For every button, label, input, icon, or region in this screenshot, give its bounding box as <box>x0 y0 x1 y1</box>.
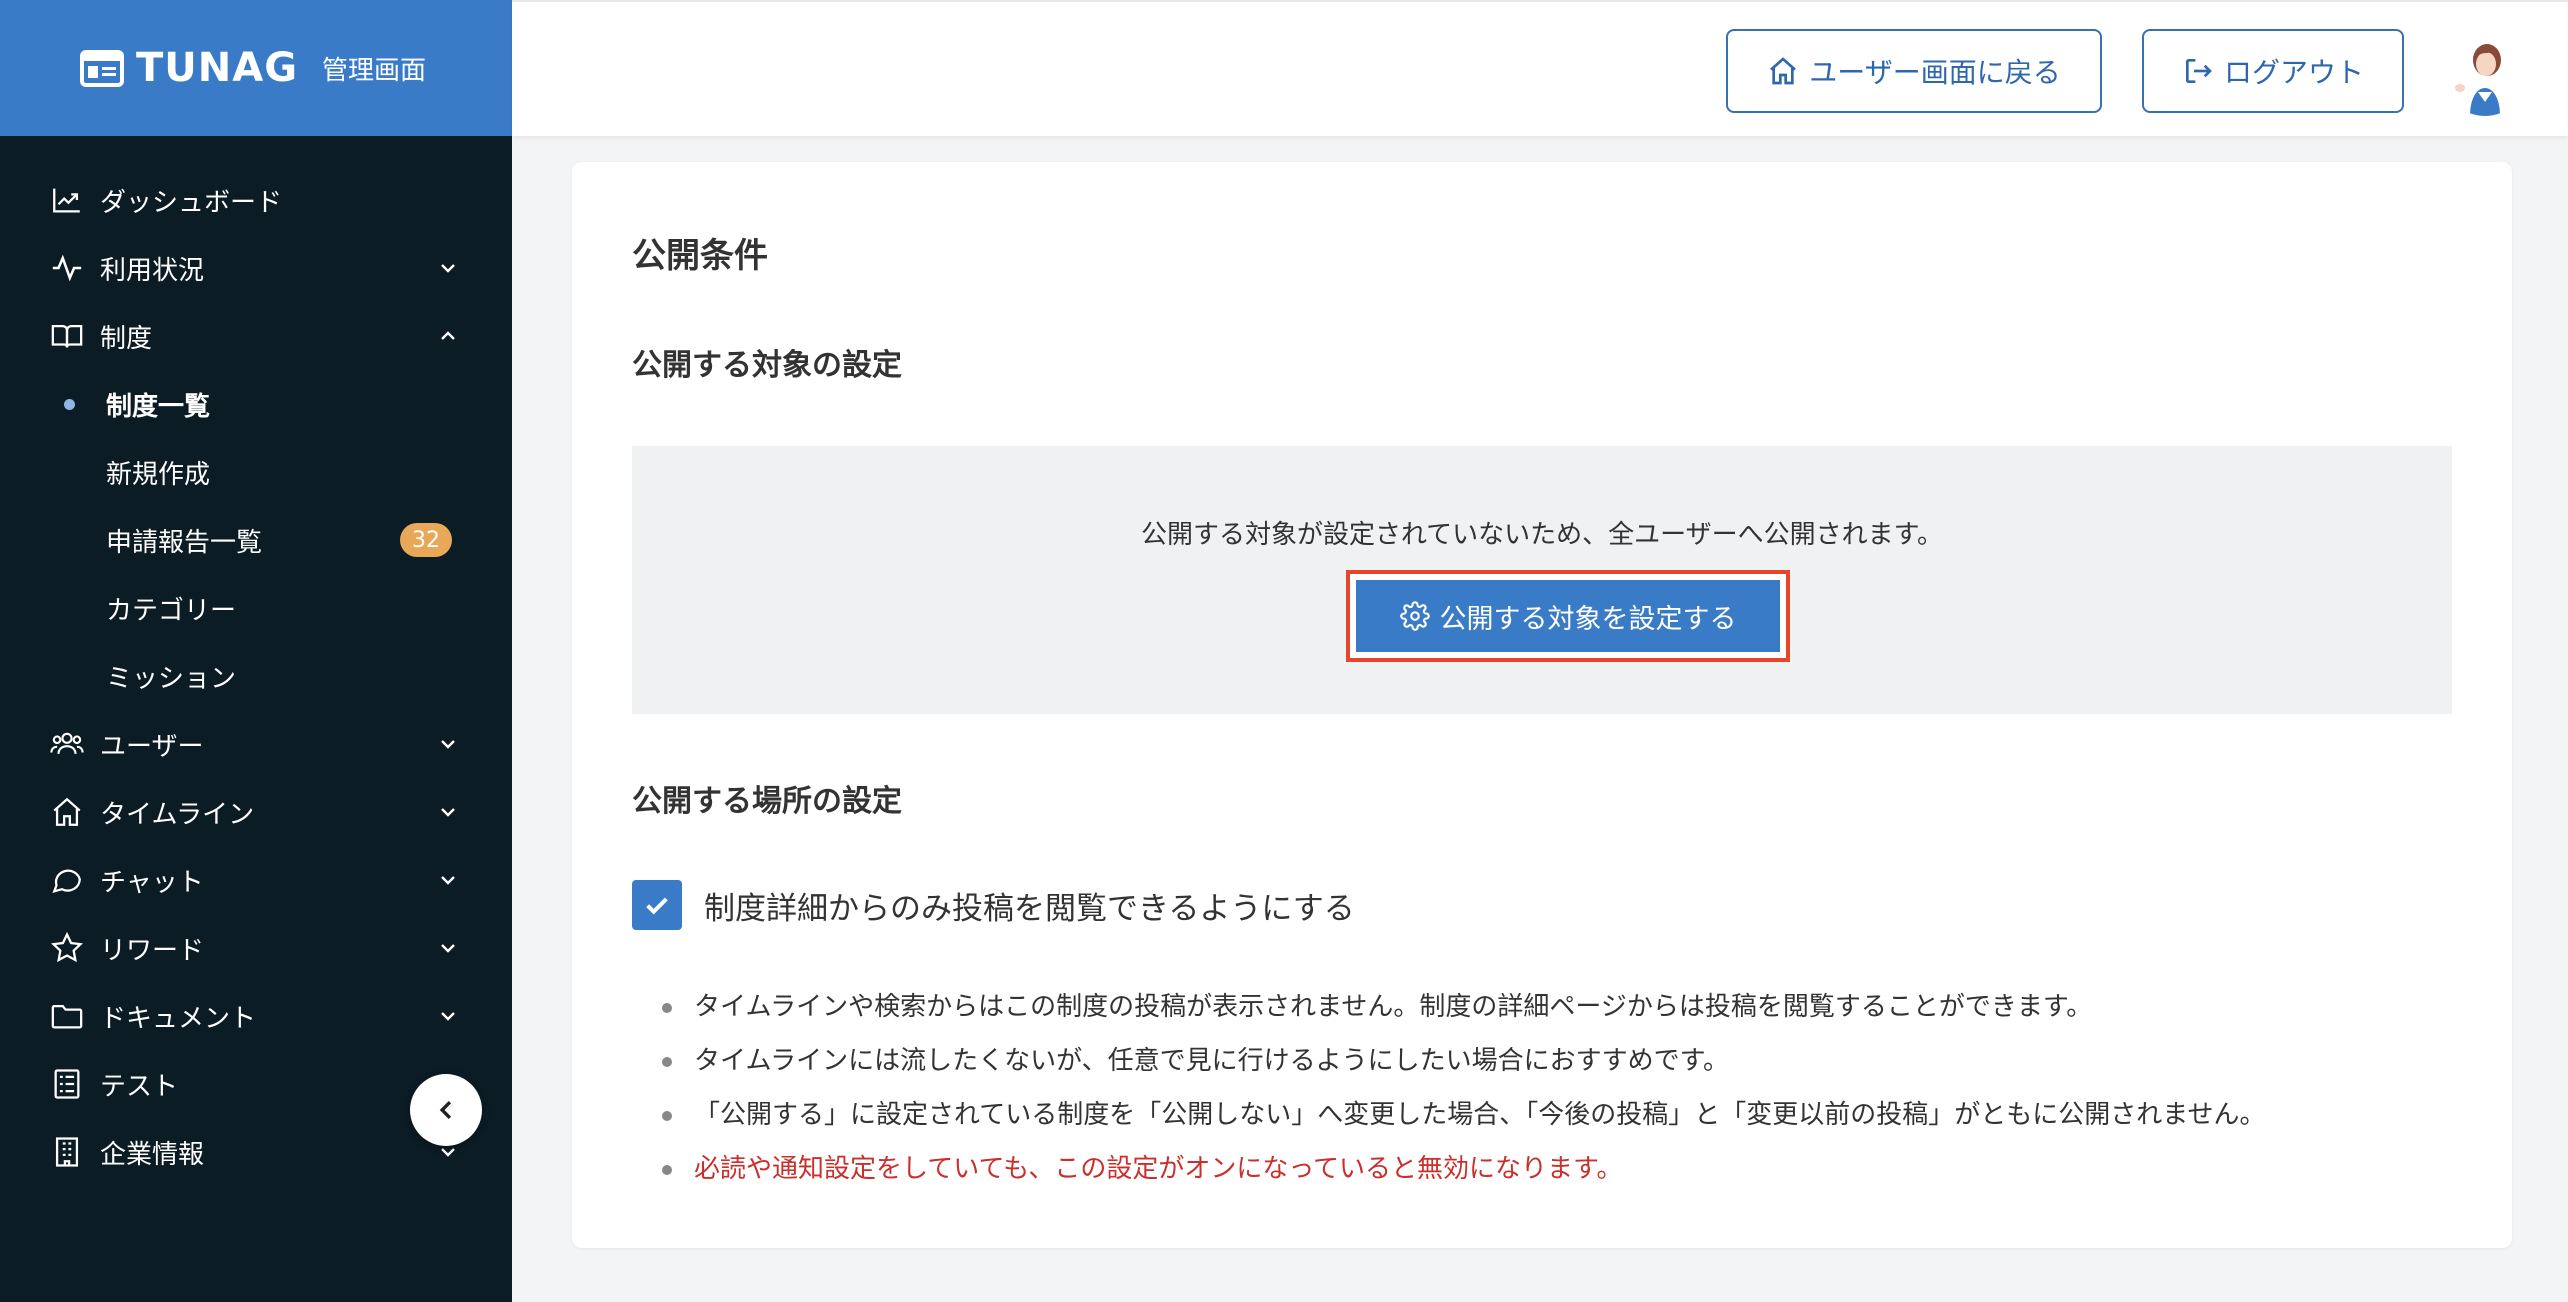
chevron-up-icon <box>441 331 455 340</box>
sidebar-item-reward[interactable]: リワード <box>0 914 512 982</box>
sidebar-subitem-label: カテゴリー <box>106 595 237 626</box>
chevron-down-icon <box>441 808 455 817</box>
sidebar-item-label: 企業情報 <box>100 1139 205 1170</box>
brand-name: TUNAG <box>136 45 299 91</box>
sidebar-subitem-label: ミッション <box>106 663 237 694</box>
sidebar: TUNAG 管理画面 ダッシュボード 利用状況 制度 制度一覧 新規作成 申請報… <box>0 0 512 1302</box>
set-target-button-label: 公開する対象を設定する <box>1439 603 1737 635</box>
sidebar-item-label: 利用状況 <box>100 255 205 286</box>
book-open-icon <box>51 324 83 348</box>
target-settings-panel: 公開する対象が設定されていないため、全ユーザーへ公開されます。 公開する対象を設… <box>632 446 2452 714</box>
page-title: 公開条件 <box>632 236 768 276</box>
building-icon <box>55 1137 79 1167</box>
sidebar-subitem-label: 制度一覧 <box>106 391 211 422</box>
sidebar-item-label: ダッシュボード <box>100 187 283 218</box>
highlight-frame: 公開する対象を設定する <box>1346 570 1790 662</box>
sidebar-item-document[interactable]: ドキュメント <box>0 982 512 1050</box>
chevron-down-icon <box>441 264 455 273</box>
sidebar-item-dashboard[interactable]: ダッシュボード <box>0 166 512 234</box>
sidebar-subitem-mission[interactable]: ミッション <box>0 642 512 710</box>
home-icon <box>53 797 81 826</box>
sidebar-subitem-category[interactable]: カテゴリー <box>0 574 512 642</box>
sidebar-item-label: リワード <box>100 935 205 966</box>
note-item: タイムラインや検索からはこの制度の投稿が表示されません。制度の詳細ページからは投… <box>632 980 2265 1034</box>
sidebar-item-system[interactable]: 制度 <box>0 302 512 370</box>
sidebar-item-label: 制度 <box>100 323 153 354</box>
publish-conditions-card: 公開条件 公開する対象の設定 公開する対象が設定されていないため、全ユーザーへ公… <box>572 162 2512 1248</box>
sidebar-item-usage[interactable]: 利用状況 <box>0 234 512 302</box>
sidebar-item-users[interactable]: ユーザー <box>0 710 512 778</box>
sidebar-collapse-button[interactable] <box>410 1074 482 1146</box>
chevron-down-icon <box>441 876 455 885</box>
activity-icon <box>52 254 82 282</box>
checklist-icon <box>54 1069 80 1099</box>
back-button-label: ユーザー画面に戻る <box>1809 56 2061 89</box>
detail-only-checkbox-label: 制度詳細からのみ投稿を閲覧できるようにする <box>704 890 1355 927</box>
logout-button-label: ログアウト <box>2223 56 2364 89</box>
sidebar-subitem-system-list[interactable]: 制度一覧 <box>0 370 512 438</box>
tunag-logo-icon <box>80 50 124 87</box>
star-icon <box>51 931 83 963</box>
logout-button[interactable]: ログアウト <box>2142 29 2404 113</box>
brand-header[interactable]: TUNAG 管理画面 <box>0 0 512 136</box>
sidebar-item-label: テスト <box>100 1071 179 1102</box>
place-setting-notes: タイムラインや検索からはこの制度の投稿が表示されません。制度の詳細ページからは投… <box>632 980 2265 1196</box>
sidebar-subitem-report-list[interactable]: 申請報告一覧 32 <box>0 506 512 574</box>
sidebar-subitem-create-new[interactable]: 新規作成 <box>0 438 512 506</box>
back-to-user-screen-button[interactable]: ユーザー画面に戻る <box>1726 29 2102 113</box>
chevron-down-icon <box>441 944 455 953</box>
sidebar-subitem-label: 新規作成 <box>106 459 211 490</box>
sidebar-item-label: ユーザー <box>100 731 204 762</box>
folder-icon <box>51 1004 83 1029</box>
place-section-title: 公開する場所の設定 <box>632 784 902 819</box>
users-icon <box>50 732 84 755</box>
sidebar-item-chat[interactable]: チャット <box>0 846 512 914</box>
logout-icon <box>2185 59 2212 83</box>
detail-only-checkbox-row[interactable]: 制度詳細からのみ投稿を閲覧できるようにする <box>632 880 1355 930</box>
note-item: タイムラインには流したくないが、任意で見に行けるようにしたい場合におすすめです。 <box>632 1034 2265 1088</box>
brand-subtitle: 管理画面 <box>322 55 427 86</box>
chevron-left-icon <box>439 1101 452 1119</box>
gear-icon <box>1399 601 1430 631</box>
chevron-down-icon <box>441 1012 455 1021</box>
count-badge: 32 <box>400 523 452 557</box>
chat-bubble-icon <box>52 869 81 894</box>
avatar-illustration-icon <box>2442 30 2528 116</box>
sidebar-item-label: チャット <box>100 867 204 898</box>
chart-line-icon <box>53 188 80 213</box>
warning-note-item: 必読や通知設定をしていても、この設定がオンになっていると無効になります。 <box>632 1142 2265 1196</box>
set-target-button[interactable]: 公開する対象を設定する <box>1356 580 1780 652</box>
target-status-note: 公開する対象が設定されていないため、全ユーザーへ公開されます。 <box>1140 520 1944 550</box>
user-avatar[interactable] <box>2442 30 2528 116</box>
checkmark-icon <box>646 897 668 915</box>
sidebar-item-timeline[interactable]: タイムライン <box>0 778 512 846</box>
sidebar-item-label: ドキュメント <box>100 1003 257 1034</box>
chevron-down-icon <box>441 740 455 749</box>
active-indicator-dot <box>64 399 75 410</box>
sidebar-nav: ダッシュボード 利用状況 制度 制度一覧 新規作成 申請報告一覧 32 カテゴリ… <box>0 136 512 1186</box>
top-header: ユーザー画面に戻る ログアウト <box>512 0 2568 136</box>
home-icon <box>1770 57 1797 85</box>
sidebar-subitem-label: 申請報告一覧 <box>106 527 263 558</box>
note-item: 「公開する」に設定されている制度を「公開しない」へ変更した場合、「今後の投稿」と… <box>632 1088 2265 1142</box>
sidebar-item-label: タイムライン <box>100 799 255 830</box>
detail-only-checkbox[interactable] <box>632 880 682 930</box>
target-section-title: 公開する対象の設定 <box>632 348 902 383</box>
